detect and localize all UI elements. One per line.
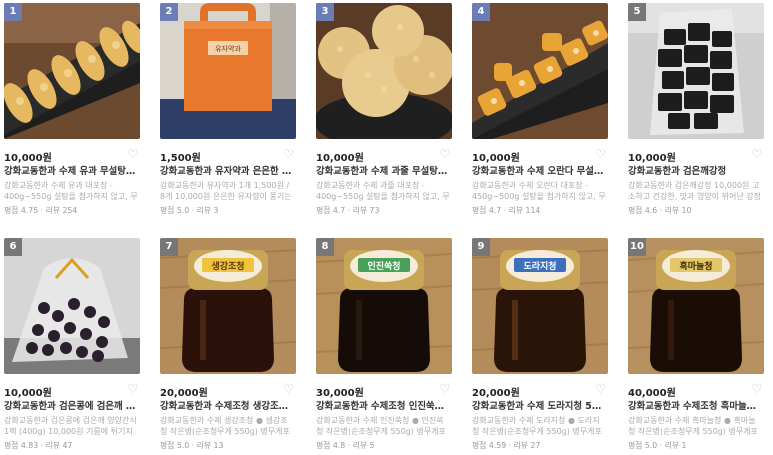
product-rating: 평점 4.59 · 리뷰 27 <box>472 441 541 450</box>
svg-text:생강조청: 생강조청 <box>211 260 244 272</box>
sugar-cookie-tray-icon <box>4 3 140 139</box>
product-rating: 평점 4.6 · 리뷰 10 <box>628 206 692 215</box>
product-title[interactable]: 강화교동한과 수제 오란다 무설탕 무방부제 <box>472 163 606 177</box>
product-image[interactable]: 6 <box>4 238 140 374</box>
product-rating: 평점 4.8 · 리뷰 5 <box>316 441 375 450</box>
jar-icon: 흑마늘청 <box>628 238 764 374</box>
product-title[interactable]: 강화교동한과 수제 유과 무설탕 무방부제 <box>4 163 138 177</box>
orange-gift-box-icon: 유자약과 <box>160 3 296 139</box>
heart-icon[interactable]: ♡ <box>127 147 138 161</box>
product-description: 강화교동한과 수제 생강조청 ● 생강조청 작은병(순조청무게 550g) 병무… <box>160 416 290 436</box>
product-title[interactable]: 강화교동한과 수제조청 인진쑥청 큰병 <box>316 398 450 412</box>
heart-icon[interactable]: ♡ <box>283 147 294 161</box>
product-card[interactable]: 6 10,000원 ♡ 강화교동한과 검은콩에 검은깨 영양간식 강화교동한과 … <box>0 235 140 455</box>
jar-icon: 생강조청 <box>160 238 296 374</box>
product-image[interactable]: 10 흑마늘청 <box>628 238 764 374</box>
product-description: 강화교동한과 수제 인진쑥청 ● 인진쑥청 작은병(순조청무게 550g) 병무… <box>316 416 446 436</box>
product-price: 20,000원 <box>160 388 208 399</box>
black-sesame-bag-icon <box>628 3 764 139</box>
rank-badge: 5 <box>628 3 646 21</box>
product-image[interactable]: 5 <box>628 3 764 139</box>
product-price: 10,000원 <box>628 153 676 164</box>
product-description: 강화교동한과 검은콩에 검은깨 영양간식 1팩 (400g) 10,000원 기… <box>4 416 137 436</box>
product-description: 강화교동한과 수제 오란다 대포장 - 450g~500g 설탕을 첨가하지 않… <box>472 181 606 201</box>
product-title[interactable]: 강화교동한과 검은콩에 검은깨 영양간식 <box>4 398 138 412</box>
product-image[interactable]: 8 인진쑥청 <box>316 238 452 374</box>
product-price: 10,000원 <box>316 153 364 164</box>
product-rating: 평점 4.7 · 리뷰 73 <box>316 206 380 215</box>
product-image[interactable]: 7 생강조청 <box>160 238 296 374</box>
rank-badge: 4 <box>472 3 490 21</box>
rank-badge: 10 <box>628 238 646 256</box>
product-image[interactable]: 2 유자약과 <box>160 3 296 139</box>
product-price: 40,000원 <box>628 388 676 399</box>
heart-icon[interactable]: ♡ <box>283 382 294 396</box>
product-description: 강화교동한과 검은깨강정 10,000원 고소하고 건강한, 맛과 영양이 뛰어… <box>628 181 762 201</box>
heart-icon[interactable]: ♡ <box>595 382 606 396</box>
product-title[interactable]: 강화교동한과 수제조청 흑마늘청 큰병 <box>628 398 762 412</box>
svg-text:도라지청: 도라지청 <box>523 260 556 272</box>
heart-icon[interactable]: ♡ <box>439 147 450 161</box>
black-bean-bag-icon <box>4 238 140 374</box>
heart-icon[interactable]: ♡ <box>595 147 606 161</box>
rank-badge: 3 <box>316 3 334 21</box>
product-card[interactable]: 7 생강조청 20,000원 ♡ 강화교동한과 수제조청 생강조청 작은병 강화… <box>156 235 296 455</box>
product-price: 1,500원 <box>160 153 201 164</box>
rank-badge: 8 <box>316 238 334 256</box>
rank-badge: 2 <box>160 3 178 21</box>
product-title[interactable]: 강화교동한과 수제 과줄 무설탕 무방부제 <box>316 163 450 177</box>
product-price: 30,000원 <box>316 388 364 399</box>
rank-badge: 7 <box>160 238 178 256</box>
product-rating: 평점 4.7 · 리뷰 114 <box>472 206 541 215</box>
product-card[interactable]: 2 유자약과 1,500원 ♡ 강화교동한과 유자약과 은은한 유자가 풍기는 … <box>156 0 296 220</box>
product-price: 10,000원 <box>4 388 52 399</box>
product-card[interactable]: 3 10,000원 ♡ 강화교동한과 수제 과줄 무설탕 무방부제 강화교동한과… <box>312 0 452 220</box>
product-title[interactable]: 강화교동한과 수제조청 생강조청 작은병 <box>160 398 294 412</box>
product-description: 강화교동한과 수제 유과 대포장 - 400g~550g 설탕을 첨가하지 않고… <box>4 181 138 201</box>
svg-text:흑마늘청: 흑마늘청 <box>679 260 712 272</box>
heart-icon[interactable]: ♡ <box>751 382 762 396</box>
heart-icon[interactable]: ♡ <box>439 382 450 396</box>
product-card[interactable]: 8 인진쑥청 30,000원 ♡ 강화교동한과 수제조청 인진쑥청 큰병 강화교… <box>312 235 452 455</box>
product-rating: 평점 4.83 · 리뷰 47 <box>4 441 73 450</box>
product-price: 10,000원 <box>472 153 520 164</box>
product-card[interactable]: 5 10,000원 ♡ 강화교동한과 검은깨강정 강화교동한과 검은깨강정 10… <box>624 0 764 220</box>
svg-text:인진쑥청: 인진쑥청 <box>367 260 400 272</box>
heart-icon[interactable]: ♡ <box>127 382 138 396</box>
product-image[interactable]: 9 도라지청 <box>472 238 608 374</box>
product-card[interactable]: 9 도라지청 20,000원 ♡ 강화교동한과 수제 도라지청 550g 무설탕… <box>468 235 608 455</box>
rice-puff-cakes-icon <box>316 3 452 139</box>
product-rating: 평점 5.0 · 리뷰 3 <box>160 206 219 215</box>
box-label: 유자약과 <box>215 44 241 53</box>
product-card[interactable]: 1 10,000원 ♡ 강화교동한과 수제 유과 무설탕 무 강화교동한과 수제… <box>0 0 140 220</box>
product-price: 20,000원 <box>472 388 520 399</box>
product-grid: 1 10,000원 ♡ 강화교동한과 수제 유과 무설탕 무 강화교동한과 수제… <box>0 0 773 451</box>
product-description: 강화교동한과 수제 흑마늘청 ● 흑마늘청 작은병(순조청무게 550g) 병무… <box>628 416 758 436</box>
product-description: 강화교동한과 수제 도라지청 ● 도라지청 작은병(순조청무게 550g) 병무… <box>472 416 602 436</box>
product-image[interactable]: 3 <box>316 3 452 139</box>
product-card[interactable]: 10 흑마늘청 40,000원 ♡ 강화교동한과 수제조청 흑마늘청 큰병 강화… <box>624 235 764 455</box>
product-description: 강화교동한과 유자약과 1개 1,500원 / 8개 10,000원 은은한 유… <box>160 181 292 201</box>
product-image[interactable]: 1 <box>4 3 140 139</box>
product-rating: 평점 5.0 · 리뷰 13 <box>160 441 224 450</box>
product-price: 10,000원 <box>4 153 52 164</box>
product-rating: 평점 5.0 · 리뷰 1 <box>628 441 687 450</box>
jar-icon: 도라지청 <box>472 238 608 374</box>
heart-icon[interactable]: ♡ <box>751 147 762 161</box>
product-card[interactable]: 4 10,000원 ♡ 강화교동한과 수제 오란다 무설탕 강화교동한과 수제 … <box>468 0 608 220</box>
product-title[interactable]: 강화교동한과 검은깨강정 <box>628 163 762 177</box>
rank-badge: 6 <box>4 238 22 256</box>
product-description: 강화교동한과 수제 과줄 대포장 - 400g~550g 설탕을 첨가하지 않고… <box>316 181 450 201</box>
rank-badge: 1 <box>4 3 22 21</box>
rank-badge: 9 <box>472 238 490 256</box>
product-image[interactable]: 4 <box>472 3 608 139</box>
jar-icon: 인진쑥청 <box>316 238 452 374</box>
product-title[interactable]: 강화교동한과 유자약과 은은한 유자가 풍기는 <box>160 163 294 177</box>
product-rating: 평점 4.75 · 리뷰 254 <box>4 206 78 215</box>
product-title[interactable]: 강화교동한과 수제 도라지청 550g 무설탕 <box>472 398 606 412</box>
oranda-pieces-icon <box>472 3 608 139</box>
